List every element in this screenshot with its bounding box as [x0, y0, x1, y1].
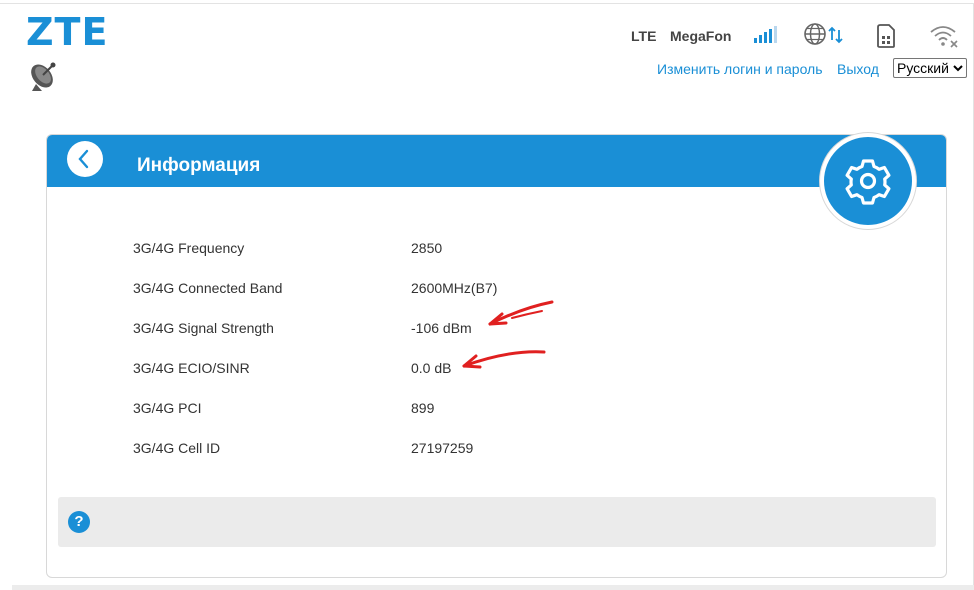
- panel-header: Информация: [47, 135, 946, 187]
- sim-card-icon: [877, 24, 895, 48]
- status-bar: LTE MegaFon: [0, 22, 974, 52]
- top-border: [0, 3, 974, 4]
- info-row: 3G/4G PCI 899: [133, 400, 633, 420]
- back-arrow-icon: [78, 149, 89, 169]
- row-label: 3G/4G Connected Band: [133, 280, 283, 296]
- chevron-down-icon: [953, 65, 963, 72]
- language-selected: Русский: [897, 60, 949, 76]
- change-login-link[interactable]: Изменить логин и пароль: [657, 61, 823, 77]
- info-row: 3G/4G Signal Strength -106 dBm: [133, 320, 633, 340]
- signal-bars-icon: [754, 26, 777, 43]
- row-value: 2600MHz(B7): [411, 280, 498, 296]
- row-label: 3G/4G Cell ID: [133, 440, 221, 456]
- annotation-arrow: [462, 350, 546, 369]
- language-select[interactable]: Русский: [893, 58, 967, 78]
- row-label: 3G/4G Frequency: [133, 240, 245, 256]
- wifi-off-icon: [930, 26, 958, 48]
- row-value: -106 dBm: [411, 320, 472, 336]
- info-row: 3G/4G Frequency 2850: [133, 240, 633, 260]
- row-label: 3G/4G PCI: [133, 400, 202, 416]
- row-value: 27197259: [411, 440, 474, 456]
- page-title: Информация: [137, 155, 261, 176]
- bottom-shadow: [12, 585, 974, 590]
- settings-badge: [820, 133, 916, 229]
- gear-icon: [845, 159, 891, 205]
- row-label: 3G/4G Signal Strength: [133, 320, 274, 336]
- help-bar: ?: [58, 497, 936, 547]
- back-button[interactable]: [67, 141, 103, 177]
- row-value: 0.0 dB: [411, 360, 452, 376]
- help-icon[interactable]: ?: [68, 511, 90, 533]
- logout-link[interactable]: Выход: [837, 61, 879, 77]
- info-row: 3G/4G Connected Band 2600MHz(B7): [133, 280, 633, 300]
- annotation-arrow: [488, 300, 554, 326]
- info-row: 3G/4G ECIO/SINR 0.0 dB: [133, 360, 633, 380]
- row-value: 899: [411, 400, 435, 416]
- info-row: 3G/4G Cell ID 27197259: [133, 440, 633, 460]
- globe-sync-icon: [804, 23, 843, 45]
- row-value: 2850: [411, 240, 443, 256]
- header-links: Изменить логин и пароль Выход: [0, 60, 974, 82]
- row-label: 3G/4G ECIO/SINR: [133, 360, 250, 376]
- operator-name: MegaFon: [670, 28, 732, 44]
- network-type: LTE: [631, 28, 657, 44]
